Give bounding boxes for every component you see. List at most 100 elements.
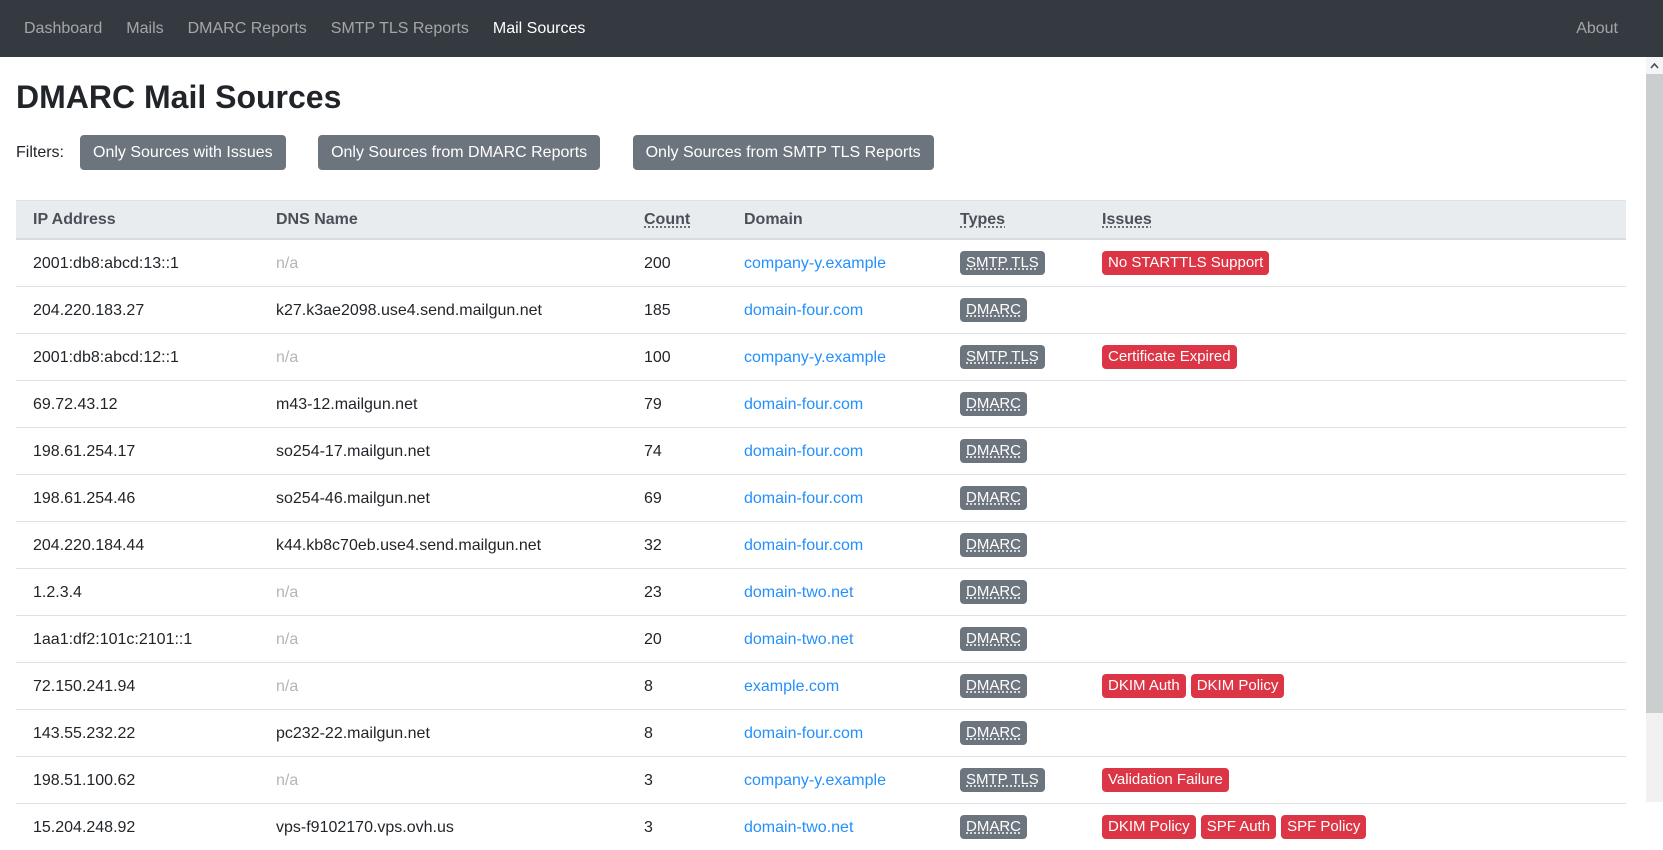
dns-value: so254-46.mailgun.net	[276, 490, 430, 507]
issue-badge-validation-failure: Validation Failure	[1102, 768, 1229, 792]
nav-item-mail-sources[interactable]: Mail Sources	[481, 12, 597, 46]
domain-cell: company-y.example	[727, 334, 943, 381]
types-cell: DMARC	[943, 475, 1085, 522]
table-row-198-51-100-62: 198.51.100.62 n/a 3 company-y.example SM…	[16, 757, 1626, 804]
issue-badge-spf-policy: SPF Policy	[1281, 815, 1366, 839]
domain-link[interactable]: domain-four.com	[744, 537, 863, 554]
count-cell: 3	[627, 757, 727, 804]
table-row-2001-db8-abcd-13-1: 2001:db8:abcd:13::1 n/a 200 company-y.ex…	[16, 239, 1626, 287]
count-cell: 8	[627, 663, 727, 710]
table-row-2001-db8-abcd-12-1: 2001:db8:abcd:12::1 n/a 100 company-y.ex…	[16, 334, 1626, 381]
type-badge-smtp-tls: SMTP TLS	[960, 768, 1045, 792]
type-badge-dmarc: DMARC	[960, 627, 1027, 651]
nav-item-about[interactable]: About	[1564, 12, 1630, 46]
table-row-15-204-248-92: 15.204.248.92 vps-f9102170.vps.ovh.us 3 …	[16, 804, 1626, 850]
nav-item-mails[interactable]: Mails	[114, 12, 175, 46]
column-header-label[interactable]: Issues	[1102, 211, 1152, 228]
domain-link[interactable]: domain-two.net	[744, 631, 853, 648]
table-row-1aa1-df2-101c-2101-1: 1aa1:df2:101c:2101::1 n/a 20 domain-two.…	[16, 616, 1626, 663]
domain-link[interactable]: domain-four.com	[744, 396, 863, 413]
domain-link[interactable]: domain-four.com	[744, 725, 863, 742]
types-cell: DMARC	[943, 428, 1085, 475]
type-badge-smtp-tls: SMTP TLS	[960, 251, 1045, 275]
scrollbar-thumb[interactable]	[1646, 74, 1663, 713]
domain-link[interactable]: domain-four.com	[744, 490, 863, 507]
type-badge-smtp-tls: SMTP TLS	[960, 345, 1045, 369]
filter-button-only-sources-with-issues[interactable]: Only Sources with Issues	[80, 135, 286, 170]
types-cell: DMARC	[943, 663, 1085, 710]
dns-cell: n/a	[259, 334, 627, 381]
column-header-ip-address: IP Address	[16, 201, 259, 240]
issues-cell: Validation Failure	[1085, 757, 1626, 804]
types-cell: DMARC	[943, 804, 1085, 850]
table-row-204-220-183-27: 204.220.183.27 k27.k3ae2098.use4.send.ma…	[16, 287, 1626, 334]
count-cell: 74	[627, 428, 727, 475]
domain-link[interactable]: company-y.example	[744, 772, 886, 789]
types-cell: DMARC	[943, 287, 1085, 334]
nav-item-smtp-tls-reports[interactable]: SMTP TLS Reports	[319, 12, 481, 46]
dns-value: k44.kb8c70eb.use4.send.mailgun.net	[276, 537, 541, 554]
domain-link[interactable]: company-y.example	[744, 255, 886, 272]
scroll-up-button[interactable]	[1646, 57, 1663, 74]
ip-cell: 1aa1:df2:101c:2101::1	[16, 616, 259, 663]
column-header-label[interactable]: Count	[644, 211, 690, 228]
count-cell: 32	[627, 522, 727, 569]
type-badge-dmarc: DMARC	[960, 486, 1027, 510]
count-cell: 79	[627, 381, 727, 428]
dns-value: k27.k3ae2098.use4.send.mailgun.net	[276, 302, 542, 319]
issues-cell	[1085, 381, 1626, 428]
nav-list-item: SMTP TLS Reports	[319, 12, 481, 46]
types-cell: DMARC	[943, 381, 1085, 428]
nav-list-item: About	[1564, 12, 1630, 46]
dns-cell: n/a	[259, 616, 627, 663]
count-cell: 3	[627, 804, 727, 850]
nav-item-dmarc-reports[interactable]: DMARC Reports	[176, 12, 319, 46]
count-cell: 8	[627, 710, 727, 757]
table-header-row: IP Address DNS Name Count Domain	[16, 201, 1626, 240]
count-cell: 200	[627, 239, 727, 287]
count-cell: 185	[627, 287, 727, 334]
domain-link[interactable]: domain-two.net	[744, 819, 853, 836]
issues-cell	[1085, 428, 1626, 475]
dns-cell: n/a	[259, 757, 627, 804]
type-badge-dmarc: DMARC	[960, 298, 1027, 322]
issues-cell: DKIM PolicySPF AuthSPF Policy	[1085, 804, 1626, 850]
types-cell: SMTP TLS	[943, 239, 1085, 287]
type-badge-dmarc: DMARC	[960, 439, 1027, 463]
ip-cell: 204.220.183.27	[16, 287, 259, 334]
table-row-1-2-3-4: 1.2.3.4 n/a 23 domain-two.net DMARC	[16, 569, 1626, 616]
domain-link[interactable]: domain-two.net	[744, 584, 853, 601]
domain-cell: domain-four.com	[727, 522, 943, 569]
domain-link[interactable]: company-y.example	[744, 349, 886, 366]
dns-cell: m43-12.mailgun.net	[259, 381, 627, 428]
ip-cell: 198.61.254.17	[16, 428, 259, 475]
dns-cell: so254-46.mailgun.net	[259, 475, 627, 522]
nav-item-dashboard[interactable]: Dashboard	[12, 12, 114, 46]
filter-button-only-sources-from-smtp-tls-reports[interactable]: Only Sources from SMTP TLS Reports	[633, 135, 934, 170]
ip-cell: 2001:db8:abcd:12::1	[16, 334, 259, 381]
vertical-scrollbar[interactable]	[1646, 57, 1663, 802]
domain-link[interactable]: domain-four.com	[744, 302, 863, 319]
filter-button-only-sources-from-dmarc-reports[interactable]: Only Sources from DMARC Reports	[318, 135, 600, 170]
type-badge-dmarc: DMARC	[960, 392, 1027, 416]
dns-value: m43-12.mailgun.net	[276, 396, 417, 413]
filters-row: Filters: Only Sources with Issues Only S…	[16, 135, 1626, 170]
issues-cell	[1085, 569, 1626, 616]
column-header-label[interactable]: Types	[960, 211, 1005, 228]
issues-cell: No STARTTLS Support	[1085, 239, 1626, 287]
type-badge-dmarc: DMARC	[960, 815, 1027, 839]
table-header: IP Address DNS Name Count Domain	[16, 201, 1626, 240]
filter-buttons: Only Sources with Issues Only Sources fr…	[80, 135, 962, 170]
navbar-right-items: About	[1564, 12, 1630, 46]
ip-cell: 15.204.248.92	[16, 804, 259, 850]
table-row-198-61-254-17: 198.61.254.17 so254-17.mailgun.net 74 do…	[16, 428, 1626, 475]
issues-cell: Certificate Expired	[1085, 334, 1626, 381]
domain-link[interactable]: domain-four.com	[744, 443, 863, 460]
column-header-label: Domain	[744, 211, 803, 228]
type-badge-dmarc: DMARC	[960, 674, 1027, 698]
issue-badge-spf-auth: SPF Auth	[1201, 815, 1276, 839]
ip-cell: 204.220.184.44	[16, 522, 259, 569]
domain-link[interactable]: example.com	[744, 678, 839, 695]
count-cell: 100	[627, 334, 727, 381]
dns-value: n/a	[276, 772, 298, 789]
